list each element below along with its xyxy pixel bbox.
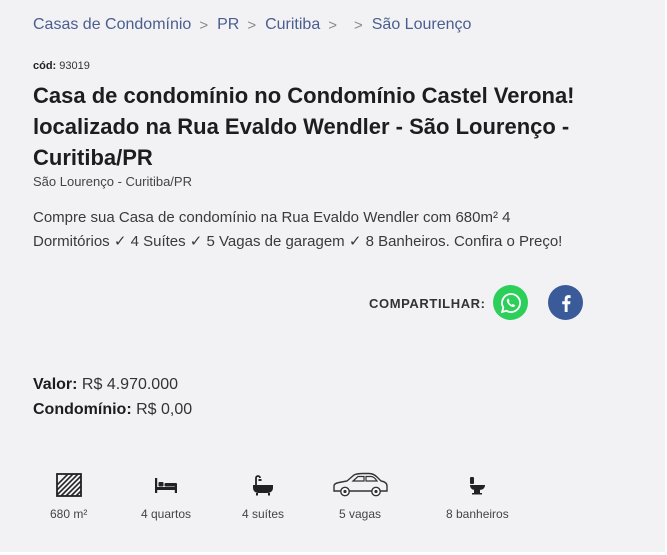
toilet-icon <box>470 477 486 495</box>
breadcrumb-item-casas-de-condominio[interactable]: Casas de Condomínio <box>33 16 191 34</box>
price-label: Valor: <box>33 376 78 393</box>
breadcrumb-item-curitiba[interactable]: Curitiba <box>265 16 320 34</box>
chevron-right-icon: > <box>328 16 337 34</box>
whatsapp-icon <box>500 292 521 313</box>
feature-area: 680 m² <box>50 468 87 521</box>
chevron-right-icon: > <box>247 16 257 34</box>
price-value: R$ 4.970.000 <box>81 376 178 393</box>
feature-suites: 4 suítes <box>242 468 284 521</box>
car-icon <box>333 472 388 497</box>
feature-parking-label: 5 vagas <box>338 507 382 521</box>
listing-description: Compre sua Casa de condomínio na Rua Eva… <box>33 209 563 250</box>
feature-suites-label: 4 suítes <box>242 507 285 521</box>
feature-bedrooms: 4 quartos <box>141 468 191 521</box>
chevron-right-icon: > <box>199 16 209 34</box>
listing-title: Casa de condomínio no Condomínio Castel … <box>33 83 575 170</box>
facebook-share-button[interactable] <box>548 285 583 320</box>
feature-area-label: 680 m² <box>50 507 88 521</box>
feature-bathrooms: 8 banheiros <box>446 468 509 521</box>
feature-parking: 5 vagas <box>331 468 389 521</box>
facebook-icon <box>561 294 571 312</box>
breadcrumb-item-sao-lourenco[interactable]: São Lourenço <box>372 16 472 34</box>
breadcrumb-item-pr[interactable]: PR <box>217 16 239 34</box>
chevron-right-icon: > <box>353 16 363 34</box>
price-row: Valor: R$ 4.970.000 <box>33 376 178 394</box>
listing-code-label: cód: <box>33 60 57 72</box>
breadcrumb: Casas de Condomínio > PR > Curitiba > > … <box>33 16 471 34</box>
whatsapp-share-button[interactable] <box>493 285 528 320</box>
feature-bedrooms-label: 4 quartos <box>141 507 192 521</box>
listing-code: cód: 93019 <box>33 60 90 72</box>
condominium-fee-row: Condomínio: R$ 0,00 <box>33 401 192 419</box>
condominium-fee-value: R$ 0,00 <box>136 401 193 418</box>
feature-bathrooms-label: 8 banheiros <box>446 507 509 521</box>
bed-icon <box>155 478 178 493</box>
bathtub-icon <box>253 475 274 496</box>
area-icon <box>55 473 82 497</box>
listing-location: São Lourenço - Curitiba/PR <box>33 174 192 189</box>
condominium-fee-label: Condomínio: <box>33 401 132 418</box>
share-label: COMPARTILHAR: <box>369 296 486 311</box>
listing-code-value: 93019 <box>59 60 90 72</box>
